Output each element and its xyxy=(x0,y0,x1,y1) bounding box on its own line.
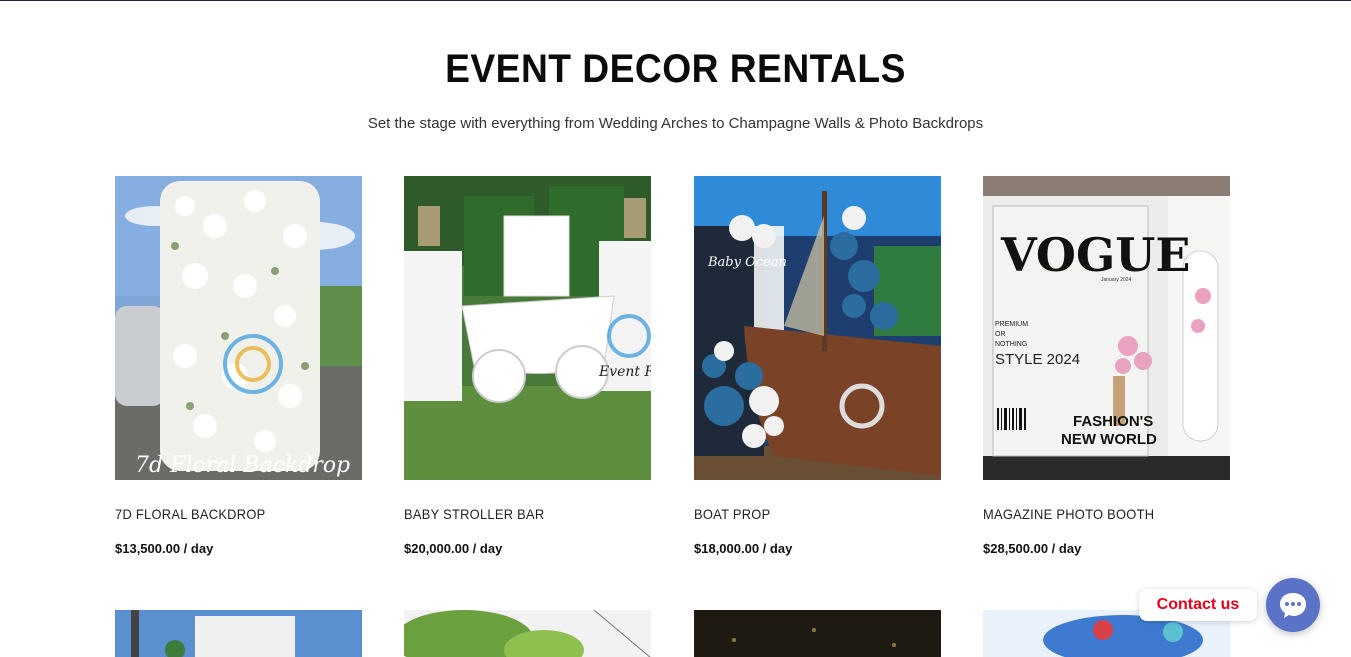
product-image-baby-stroller-bar[interactable]: Event Re xyxy=(404,176,651,480)
product-card-floral-backdrop[interactable]: 7d Floral Backdrop 7D FLORAL BACKDROP $1… xyxy=(115,176,362,556)
product-price: $18,000.00 / day xyxy=(694,541,793,556)
product-image-row2-3[interactable] xyxy=(694,610,941,657)
product-name[interactable]: BOAT PROP xyxy=(694,506,770,522)
magazine-line3: NOTHING xyxy=(995,341,1027,348)
page-title: EVENT DECOR RENTALS xyxy=(445,47,906,91)
product-image-boat-prop[interactable]: Baby Ocean xyxy=(694,176,941,480)
magazine-line4: STYLE 2024 xyxy=(995,351,1080,368)
product-price: $28,500.00 / day xyxy=(983,541,1082,556)
contact-chat-button[interactable] xyxy=(1266,578,1320,632)
product-price: $13,500.00 / day xyxy=(115,541,214,556)
product-price: $20,000.00 / day xyxy=(404,541,503,556)
chat-bubble-icon xyxy=(1280,593,1306,618)
magazine-line6: NEW WORLD xyxy=(1061,431,1157,448)
product-name[interactable]: BABY STROLLER BAR xyxy=(404,506,544,522)
product-card-magazine-photo-booth[interactable]: VOGUE January 2024 PREMIUM OR NOTHING ST… xyxy=(983,176,1230,556)
magazine-line2: OR xyxy=(995,331,1006,338)
product-card-boat-prop[interactable]: Baby Ocean BOAT PROP $18,000.00 / day xyxy=(694,176,941,556)
page-subtitle: Set the stage with everything from Weddi… xyxy=(367,115,984,132)
magazine-date: January 2024 xyxy=(1101,277,1132,283)
image-caption-boat: Baby Ocean xyxy=(707,255,787,270)
image-caption-stroller: Event Re xyxy=(598,364,651,380)
product-image-row2-1[interactable] xyxy=(115,610,362,657)
magazine-line5: FASHION'S xyxy=(1073,413,1153,430)
product-name[interactable]: MAGAZINE PHOTO BOOTH xyxy=(983,506,1154,522)
product-image-floral-backdrop[interactable]: 7d Floral Backdrop xyxy=(115,176,362,480)
product-name[interactable]: 7D FLORAL BACKDROP xyxy=(115,506,266,522)
magazine-line1: PREMIUM xyxy=(995,321,1028,328)
contact-us-label[interactable]: Contact us xyxy=(1139,589,1257,621)
product-card-baby-stroller-bar[interactable]: Event Re BABY STROLLER BAR $20,000.00 / … xyxy=(404,176,651,556)
magazine-masthead: VOGUE xyxy=(1000,228,1190,282)
product-image-magazine-photo-booth[interactable]: VOGUE January 2024 PREMIUM OR NOTHING ST… xyxy=(983,176,1230,480)
product-image-row2-2[interactable] xyxy=(404,610,651,657)
image-caption-floral: 7d Floral Backdrop xyxy=(135,453,350,478)
